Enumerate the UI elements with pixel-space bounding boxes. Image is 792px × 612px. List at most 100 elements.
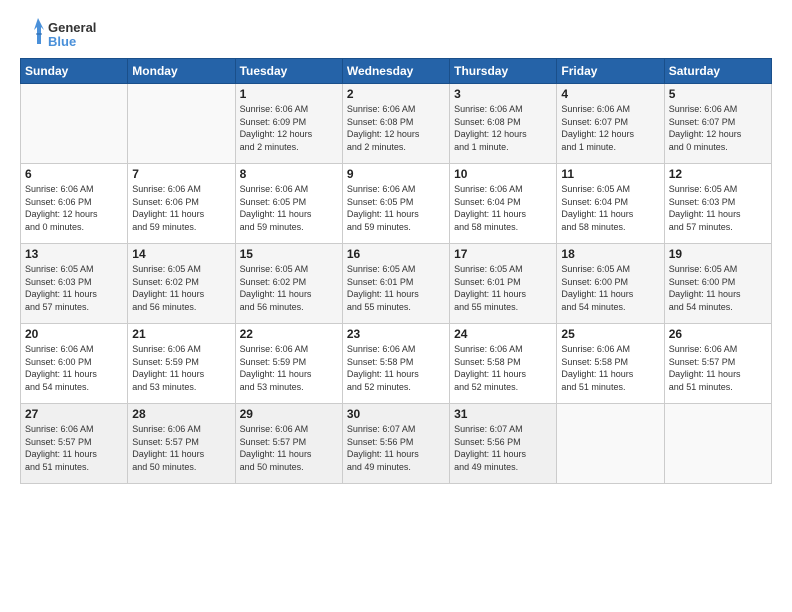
day-number: 31 xyxy=(454,407,552,421)
day-info: Sunrise: 6:06 AM Sunset: 6:09 PM Dayligh… xyxy=(240,103,338,153)
weekday-header: Wednesday xyxy=(342,59,449,84)
day-info: Sunrise: 6:06 AM Sunset: 6:04 PM Dayligh… xyxy=(454,183,552,233)
day-info: Sunrise: 6:06 AM Sunset: 6:08 PM Dayligh… xyxy=(454,103,552,153)
day-info: Sunrise: 6:06 AM Sunset: 6:05 PM Dayligh… xyxy=(347,183,445,233)
calendar-week-row: 20Sunrise: 6:06 AM Sunset: 6:00 PM Dayli… xyxy=(21,324,772,404)
day-info: Sunrise: 6:05 AM Sunset: 6:02 PM Dayligh… xyxy=(132,263,230,313)
day-number: 8 xyxy=(240,167,338,181)
calendar-cell xyxy=(128,84,235,164)
calendar-cell: 25 Sunrise: 6:06 AM Sunset: 5:58 PM Dayli… xyxy=(557,324,664,404)
day-info: Sunrise: 6:07 AM Sunset: 5:56 PM Dayligh… xyxy=(347,423,445,473)
day-number: 7 xyxy=(132,167,230,181)
day-number: 21 xyxy=(132,327,230,341)
calendar-cell: 13 Sunrise: 6:05 AM Sunset: 6:03 PM Dayli… xyxy=(21,244,128,324)
calendar-cell: 8 Sunrise: 6:06 AM Sunset: 6:05 PM Daylig… xyxy=(235,164,342,244)
calendar-cell: 14 Sunrise: 6:05 AM Sunset: 6:02 PM Dayli… xyxy=(128,244,235,324)
day-info: Sunrise: 6:05 AM Sunset: 6:01 PM Dayligh… xyxy=(454,263,552,313)
day-info: Sunrise: 6:06 AM Sunset: 5:59 PM Dayligh… xyxy=(240,343,338,393)
day-number: 6 xyxy=(25,167,123,181)
day-info: Sunrise: 6:07 AM Sunset: 5:56 PM Dayligh… xyxy=(454,423,552,473)
day-info: Sunrise: 6:06 AM Sunset: 5:57 PM Dayligh… xyxy=(240,423,338,473)
weekday-header: Thursday xyxy=(450,59,557,84)
day-info: Sunrise: 6:06 AM Sunset: 5:58 PM Dayligh… xyxy=(454,343,552,393)
day-info: Sunrise: 6:06 AM Sunset: 5:59 PM Dayligh… xyxy=(132,343,230,393)
calendar-cell: 15Sunrise: 6:05 AM Sunset: 6:02 PM Dayli… xyxy=(235,244,342,324)
day-info: Sunrise: 6:06 AM Sunset: 6:07 PM Dayligh… xyxy=(561,103,659,153)
day-number: 13 xyxy=(25,247,123,261)
day-info: Sunrise: 6:06 AM Sunset: 6:06 PM Dayligh… xyxy=(25,183,123,233)
calendar-cell: 9 Sunrise: 6:06 AM Sunset: 6:05 PM Daylig… xyxy=(342,164,449,244)
weekday-header: Tuesday xyxy=(235,59,342,84)
calendar-cell: 24 Sunrise: 6:06 AM Sunset: 5:58 PM Dayli… xyxy=(450,324,557,404)
weekday-header: Sunday xyxy=(21,59,128,84)
day-number: 22 xyxy=(240,327,338,341)
day-number: 18 xyxy=(561,247,659,261)
weekday-header: Saturday xyxy=(664,59,771,84)
day-info: Sunrise: 6:06 AM Sunset: 5:57 PM Dayligh… xyxy=(669,343,767,393)
calendar-cell: 11Sunrise: 6:05 AM Sunset: 6:04 PM Dayli… xyxy=(557,164,664,244)
calendar-cell: 12 Sunrise: 6:05 AM Sunset: 6:03 PM Dayli… xyxy=(664,164,771,244)
calendar-cell: 3 Sunrise: 6:06 AM Sunset: 6:08 PM Daylig… xyxy=(450,84,557,164)
day-info: Sunrise: 6:05 AM Sunset: 6:02 PM Dayligh… xyxy=(240,263,338,313)
day-info: Sunrise: 6:06 AM Sunset: 6:08 PM Dayligh… xyxy=(347,103,445,153)
calendar-cell: 4 Sunrise: 6:06 AM Sunset: 6:07 PM Daylig… xyxy=(557,84,664,164)
day-info: Sunrise: 6:06 AM Sunset: 6:06 PM Dayligh… xyxy=(132,183,230,233)
calendar-cell xyxy=(21,84,128,164)
day-number: 10 xyxy=(454,167,552,181)
day-number: 24 xyxy=(454,327,552,341)
day-number: 20 xyxy=(25,327,123,341)
weekday-header: Monday xyxy=(128,59,235,84)
day-number: 28 xyxy=(132,407,230,421)
day-info: Sunrise: 6:06 AM Sunset: 5:57 PM Dayligh… xyxy=(132,423,230,473)
calendar-cell xyxy=(557,404,664,484)
calendar-cell: 10 Sunrise: 6:06 AM Sunset: 6:04 PM Dayli… xyxy=(450,164,557,244)
calendar-cell: 20Sunrise: 6:06 AM Sunset: 6:00 PM Dayli… xyxy=(21,324,128,404)
calendar-cell: 27Sunrise: 6:06 AM Sunset: 5:57 PM Dayli… xyxy=(21,404,128,484)
day-number: 12 xyxy=(669,167,767,181)
day-number: 23 xyxy=(347,327,445,341)
day-number: 4 xyxy=(561,87,659,101)
calendar-cell: 2 Sunrise: 6:06 AM Sunset: 6:08 PM Daylig… xyxy=(342,84,449,164)
svg-text:General: General xyxy=(48,20,96,35)
day-number: 9 xyxy=(347,167,445,181)
calendar-cell: 18Sunrise: 6:05 AM Sunset: 6:00 PM Dayli… xyxy=(557,244,664,324)
calendar-cell: 1 Sunrise: 6:06 AM Sunset: 6:09 PM Daylig… xyxy=(235,84,342,164)
calendar-week-row: 6 Sunrise: 6:06 AM Sunset: 6:06 PM Daylig… xyxy=(21,164,772,244)
calendar-cell: 16 Sunrise: 6:05 AM Sunset: 6:01 PM Dayli… xyxy=(342,244,449,324)
day-info: Sunrise: 6:06 AM Sunset: 6:05 PM Dayligh… xyxy=(240,183,338,233)
day-number: 30 xyxy=(347,407,445,421)
day-info: Sunrise: 6:05 AM Sunset: 6:01 PM Dayligh… xyxy=(347,263,445,313)
calendar-cell: 21 Sunrise: 6:06 AM Sunset: 5:59 PM Dayli… xyxy=(128,324,235,404)
day-number: 25 xyxy=(561,327,659,341)
calendar-cell: 17 Sunrise: 6:05 AM Sunset: 6:01 PM Dayli… xyxy=(450,244,557,324)
day-number: 16 xyxy=(347,247,445,261)
day-number: 17 xyxy=(454,247,552,261)
logo-svg: General Blue xyxy=(20,16,110,52)
calendar-cell: 30 Sunrise: 6:07 AM Sunset: 5:56 PM Dayli… xyxy=(342,404,449,484)
day-number: 11 xyxy=(561,167,659,181)
svg-text:Blue: Blue xyxy=(48,34,76,49)
day-info: Sunrise: 6:05 AM Sunset: 6:03 PM Dayligh… xyxy=(669,183,767,233)
calendar-week-row: 13 Sunrise: 6:05 AM Sunset: 6:03 PM Dayli… xyxy=(21,244,772,324)
calendar-header-row: SundayMondayTuesdayWednesdayThursdayFrid… xyxy=(21,59,772,84)
day-number: 5 xyxy=(669,87,767,101)
calendar-week-row: 1 Sunrise: 6:06 AM Sunset: 6:09 PM Daylig… xyxy=(21,84,772,164)
weekday-header: Friday xyxy=(557,59,664,84)
day-number: 27 xyxy=(25,407,123,421)
day-info: Sunrise: 6:06 AM Sunset: 5:58 PM Dayligh… xyxy=(561,343,659,393)
day-number: 19 xyxy=(669,247,767,261)
day-number: 3 xyxy=(454,87,552,101)
day-info: Sunrise: 6:06 AM Sunset: 5:58 PM Dayligh… xyxy=(347,343,445,393)
day-number: 1 xyxy=(240,87,338,101)
calendar-cell: 29 Sunrise: 6:06 AM Sunset: 5:57 PM Dayli… xyxy=(235,404,342,484)
day-number: 29 xyxy=(240,407,338,421)
day-info: Sunrise: 6:05 AM Sunset: 6:03 PM Dayligh… xyxy=(25,263,123,313)
day-number: 2 xyxy=(347,87,445,101)
calendar-week-row: 27 Sunrise: 6:06 AM Sunset: 5:57 PM Dayli… xyxy=(21,404,772,484)
day-number: 14 xyxy=(132,247,230,261)
calendar-cell xyxy=(664,404,771,484)
calendar-cell: 19Sunrise: 6:05 AM Sunset: 6:00 PM Dayli… xyxy=(664,244,771,324)
calendar-cell: 28 Sunrise: 6:06 AM Sunset: 5:57 PM Dayli… xyxy=(128,404,235,484)
calendar-cell: 22 Sunrise: 6:06 AM Sunset: 5:59 PM Dayli… xyxy=(235,324,342,404)
calendar-cell: 6 Sunrise: 6:06 AM Sunset: 6:06 PM Daylig… xyxy=(21,164,128,244)
